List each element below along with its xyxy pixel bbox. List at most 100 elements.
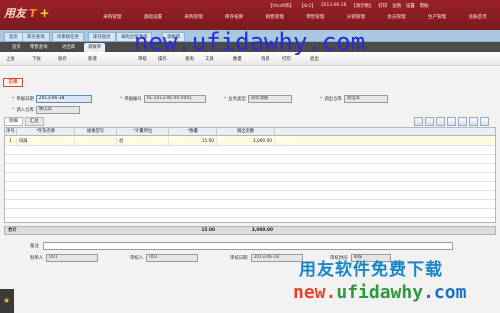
biztype-select[interactable]: 同价调拨 [247, 95, 292, 103]
col-header-amount[interactable]: 调出金额 [217, 128, 275, 136]
cell-amount[interactable]: 3,000.00 [217, 137, 275, 146]
print-link[interactable]: 打印 [378, 3, 387, 10]
column-settings-icon[interactable] [458, 117, 467, 126]
required-mark: * [120, 96, 123, 102]
in-wh-label: 调入仓库 [16, 108, 34, 113]
module-nav: 采购管理 基础设置 采购管理 库存核算 销售管理 零售管理 分销管理 会员管理 … [92, 13, 498, 23]
help-link[interactable]: 帮助 [420, 3, 429, 10]
totals-label: 合计 [8, 228, 17, 233]
next-button[interactable]: 下张 [32, 56, 41, 64]
tools-button[interactable]: 工具 [205, 56, 214, 64]
col-header-name[interactable]: *存货名称 [17, 128, 75, 136]
module-item[interactable]: 采购管理 [173, 13, 214, 23]
subtab-retail-query[interactable]: 零售查询 [26, 43, 52, 52]
watermark-cn-text: 用友软件免费下载 [299, 260, 443, 280]
empty-row[interactable] [5, 200, 495, 209]
empty-row[interactable] [5, 191, 495, 200]
module-item[interactable]: 基础设置 [133, 13, 174, 23]
totals-amount: 3,000.00 [251, 228, 273, 233]
module-item[interactable]: 库存核算 [214, 13, 255, 23]
module-item[interactable]: 生产管理 [417, 13, 458, 23]
empty-row[interactable] [5, 155, 495, 164]
in-wh-input[interactable]: 惠山库 [35, 106, 80, 114]
subtab-transfer-order[interactable]: 调拨单 [84, 43, 106, 52]
col-header-filler [275, 128, 495, 136]
dataset-label: 【dc1】 [299, 4, 316, 9]
empty-row[interactable] [5, 182, 495, 191]
top-info-bar: 【Vtsaft库】 【dc1】 2013-06-18 【演示数】 打印 注销 设… [268, 3, 429, 10]
date-label: 单据日期 [16, 97, 34, 102]
cell-spec[interactable] [75, 137, 117, 146]
add-row-icon[interactable] [414, 117, 423, 126]
watermark-url-top: new.ufidawhy.com [134, 28, 366, 56]
tab-detail[interactable]: 明细 [4, 117, 23, 126]
col-header-spec[interactable]: 规格型号 [75, 128, 117, 136]
tab-home[interactable]: 首页 [4, 32, 23, 41]
tab-stocktake[interactable]: 库存盘点 [88, 32, 116, 41]
star-icon[interactable]: ★ [3, 296, 14, 305]
module-item[interactable]: 采购管理 [92, 13, 133, 23]
empty-row[interactable] [5, 173, 495, 182]
in-wh-field-group: * 调入仓库 惠山库 [12, 106, 80, 114]
exit-button[interactable]: 退出 [310, 56, 319, 64]
settings-link[interactable]: 设置 [406, 3, 415, 10]
required-mark: * [224, 96, 227, 102]
brand-text: 用友 [4, 7, 26, 20]
audit-date-field-group: 审核日期 2013-06-18 [230, 254, 303, 262]
empty-row[interactable] [5, 164, 495, 173]
operate-button[interactable]: 操作 [158, 56, 167, 64]
subtab-home[interactable]: 首页 [8, 43, 25, 52]
refresh-icon[interactable] [480, 117, 489, 126]
query-button[interactable]: 查询 [185, 56, 194, 64]
cell-unit[interactable]: 台 [117, 137, 169, 146]
auditor-field-group: 审核人 001 [130, 254, 199, 262]
remark-field-group: 备注 [30, 242, 453, 250]
module-item[interactable]: 销售管理 [254, 13, 295, 23]
demo-label: 【演示数】 [351, 4, 374, 9]
logout-link[interactable]: 注销 [392, 3, 401, 10]
subtab-stock-io[interactable]: 进出库 [58, 43, 79, 52]
cell-name[interactable]: 风扇 [17, 137, 75, 146]
audit-date-label: 审核日期 [230, 256, 248, 261]
save-button[interactable]: 保存 [58, 56, 67, 64]
out-wh-input[interactable]: 宽电库 [343, 95, 388, 103]
remark-input[interactable] [42, 242, 453, 250]
module-item[interactable]: 零售管理 [295, 13, 336, 23]
col-header-qty[interactable]: *数量 [169, 128, 217, 136]
date-field-group: * 单据日期 2013-06-18 [12, 95, 92, 103]
module-item[interactable]: 会员管理 [376, 13, 417, 23]
login-date: 2013-06-18 [320, 3, 347, 8]
export-icon[interactable] [469, 117, 478, 126]
module-item[interactable]: 总账首页 [457, 13, 498, 23]
prev-button[interactable]: 上张 [6, 56, 15, 64]
empty-row[interactable] [5, 209, 495, 218]
quantity-button[interactable]: 数量 [233, 56, 242, 64]
account-label: 【Vtsaft库】 [268, 4, 295, 9]
empty-row[interactable] [5, 146, 495, 155]
tab-pending-tasks[interactable]: 待审核任务 [52, 32, 84, 41]
billno-label: 单据编号 [124, 97, 142, 102]
delete-row-icon[interactable] [436, 117, 445, 126]
cell-no: 1 [5, 137, 17, 146]
tab-stock-query[interactable]: 库存查询 [22, 32, 50, 41]
table-row[interactable]: 1 风扇 台 15.00 3,000.00 [5, 137, 495, 146]
biztype-label: 业务类型 [228, 97, 246, 102]
grid-tool-icons [414, 117, 489, 126]
audit-button[interactable]: 审核 [138, 56, 147, 64]
cell-qty[interactable]: 15.00 [169, 137, 217, 146]
copy-row-icon[interactable] [447, 117, 456, 126]
print-button[interactable]: 打印 [282, 56, 291, 64]
col-header-unit[interactable]: *计量单位 [117, 128, 169, 136]
module-item[interactable]: 分销管理 [336, 13, 377, 23]
collapsed-sidebar[interactable]: ★ [0, 289, 14, 313]
insert-row-icon[interactable] [425, 117, 434, 126]
audit-date-input: 2013-06-18 [250, 254, 303, 262]
message-button[interactable]: 消息 [261, 56, 270, 64]
tab-summary[interactable]: 汇总 [24, 117, 44, 126]
new-button[interactable]: 新增 [88, 56, 97, 64]
brand-mark: T [29, 6, 37, 20]
billno-input[interactable]: AL-2013-06-00-0001 [143, 95, 206, 103]
out-wh-label: 调出仓库 [324, 97, 342, 102]
date-input[interactable]: 2013-06-18 [35, 95, 92, 103]
maker-field-group: 制单人 001 [30, 254, 99, 262]
